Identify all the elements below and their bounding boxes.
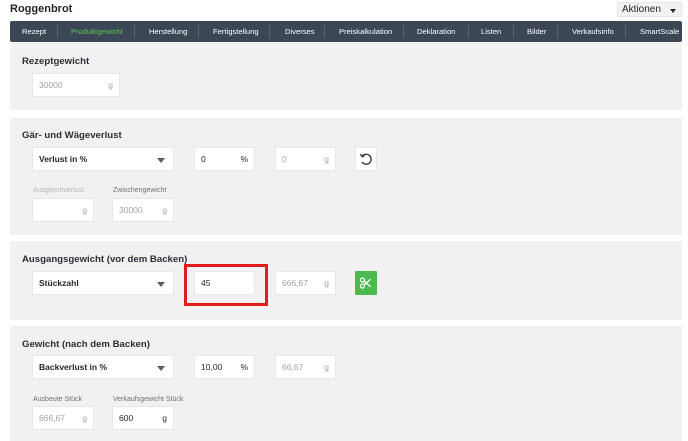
tab-fertigstellung[interactable]: Fertigstellung [213, 21, 259, 42]
tab-smartscale[interactable]: SmartScale [640, 21, 679, 42]
rezeptgewicht-field[interactable]: 30000 g [32, 73, 120, 97]
section-title-verlust: Gär- und Wägeverlust [22, 130, 122, 141]
tab-divider [557, 25, 558, 38]
verkauf-label: Verkaufsgewicht Stück [113, 396, 184, 403]
tab-preiskalkulation[interactable]: Preiskalkulation [339, 21, 392, 42]
field-unit: g [108, 80, 113, 90]
tab-herstellung[interactable]: Herstellung [149, 21, 187, 42]
field-value: 666,67 [282, 278, 308, 288]
field-unit: % [240, 154, 248, 164]
tab-divider [269, 25, 270, 38]
field-unit: g [324, 154, 329, 164]
tab-listen[interactable]: Listen [481, 21, 501, 42]
select-value: Backverlust in % [39, 362, 108, 372]
field-unit: g [324, 278, 329, 288]
ausgleich-label: Ausgleichverlust [33, 187, 84, 194]
field-unit: g [162, 205, 167, 215]
chevron-down-icon [157, 158, 165, 163]
field-value: 0 [201, 154, 206, 164]
field-unit: % [240, 362, 248, 372]
rotate-ccw-icon [359, 153, 372, 165]
tab-deklaration[interactable]: Deklaration [417, 21, 455, 42]
field-value: 10,00 [201, 362, 223, 372]
field-value: 66,67 [282, 362, 304, 372]
tab-divider [403, 25, 404, 38]
chevron-down-icon [157, 282, 165, 287]
field-value: 0 [282, 154, 287, 164]
section-title-gewicht: Gewicht (nach dem Backen) [22, 339, 150, 350]
tab-divider [198, 25, 199, 38]
top-bar: Roggenbrot Aktionen [0, 0, 688, 20]
select-value: Verlust in % [39, 154, 88, 164]
section-title-ausgang: Ausgangsgewicht (vor dem Backen) [22, 254, 188, 265]
field-unit: g [162, 413, 167, 423]
verlust-type-select[interactable]: Verlust in % [32, 147, 174, 171]
ausgleich-field[interactable]: g [32, 198, 94, 222]
tab-bar: Rezept Produktgewicht Herstellung Fertig… [10, 21, 682, 42]
field-unit: g [324, 362, 329, 372]
actions-button-label: Aktionen [622, 4, 661, 15]
zwischen-label: Zwischengewicht [113, 187, 167, 194]
tab-divider [625, 25, 626, 38]
zwischen-field: 30000 g [112, 198, 174, 222]
page-title: Roggenbrot [10, 3, 73, 15]
tab-diverses[interactable]: Diverses [285, 21, 315, 42]
tab-rezept[interactable]: Rezept [22, 21, 46, 42]
tab-verkaufsinfo[interactable]: Verkaufsinfo [572, 21, 614, 42]
reset-button[interactable] [355, 147, 377, 171]
backverlust-gram-field[interactable]: 66,67 g [275, 355, 336, 379]
ausgang-gram-field[interactable]: 666,67 g [275, 271, 336, 295]
tab-divider [513, 25, 514, 38]
ausbeute-label: Ausbeute Stück [33, 396, 83, 403]
select-value: Stückzahl [39, 278, 79, 288]
tab-produktgewicht[interactable]: Produktgewicht [71, 21, 123, 42]
field-value: 600 [119, 413, 134, 423]
field-unit: g [82, 205, 87, 215]
field-value: 30000 [39, 80, 63, 90]
verlust-gram-field[interactable]: 0 g [275, 147, 336, 171]
highlight-box [184, 264, 268, 306]
field-unit: g [82, 413, 87, 423]
tab-divider [57, 25, 58, 38]
ausgang-type-select[interactable]: Stückzahl [32, 271, 174, 295]
scissors-icon [359, 277, 371, 289]
section-title-rezeptgewicht: Rezeptgewicht [22, 56, 90, 67]
field-value: 666,67 [39, 413, 65, 423]
field-value: 30000 [119, 205, 143, 215]
chevron-down-icon [157, 366, 165, 371]
tab-divider [134, 25, 135, 38]
chevron-down-icon [670, 9, 676, 13]
verlust-percent-field[interactable]: 0 % [194, 147, 255, 171]
verkaufsgewicht-field[interactable]: 600 g [112, 406, 174, 430]
tab-bilder[interactable]: Bilder [527, 21, 546, 42]
backverlust-type-select[interactable]: Backverlust in % [32, 355, 174, 379]
backverlust-percent-field[interactable]: 10,00 % [194, 355, 255, 379]
actions-button[interactable]: Aktionen [617, 2, 682, 17]
split-button[interactable] [355, 271, 377, 295]
ausbeute-field: 666,67 g [32, 406, 94, 430]
tab-divider [324, 25, 325, 38]
tab-divider [468, 25, 469, 38]
